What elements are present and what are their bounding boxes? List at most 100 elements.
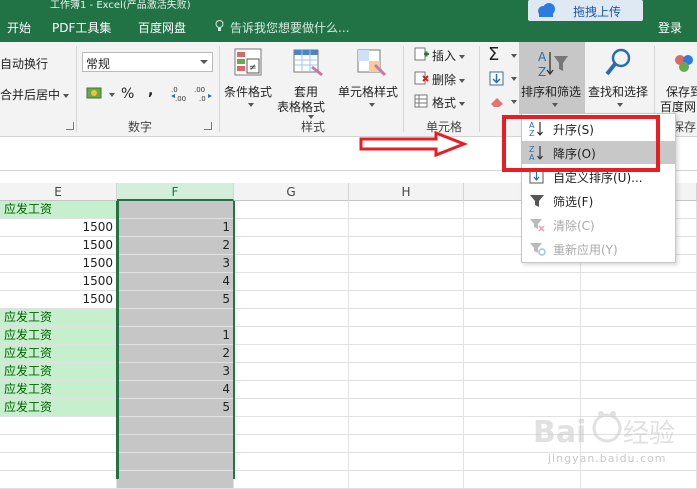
cell-empty[interactable] xyxy=(234,219,349,236)
menu-item-clear[interactable]: 清除(C) xyxy=(522,213,675,236)
cell-f[interactable]: 2 xyxy=(117,345,234,362)
cell-empty[interactable] xyxy=(581,363,697,380)
cell-e[interactable]: 应发工资 xyxy=(0,399,117,416)
cell-empty[interactable] xyxy=(349,219,464,236)
menu-item-reapply[interactable]: 重新应用(Y) xyxy=(522,237,675,260)
cell-empty[interactable] xyxy=(464,273,581,290)
baidu-save-icon[interactable] xyxy=(672,51,697,77)
cell-e[interactable]: 1500 xyxy=(0,291,117,308)
cell-empty[interactable] xyxy=(234,255,349,272)
cell-e[interactable]: 应发工资 xyxy=(0,363,117,380)
cell-empty[interactable] xyxy=(464,363,581,380)
cell-empty[interactable] xyxy=(234,381,349,398)
alignment-dialog-launcher-icon[interactable] xyxy=(66,122,74,130)
cell-empty[interactable] xyxy=(234,273,349,290)
chevron-down-icon[interactable] xyxy=(511,100,517,104)
cell-f[interactable] xyxy=(117,435,234,452)
cell-empty[interactable] xyxy=(234,471,349,488)
cell-empty[interactable] xyxy=(349,453,464,470)
cell-f[interactable]: 5 xyxy=(117,399,234,416)
cell-f[interactable] xyxy=(117,453,234,470)
cell-empty[interactable] xyxy=(464,381,581,398)
cell-e[interactable]: 应发工资 xyxy=(0,309,117,326)
cell-f[interactable]: 3 xyxy=(117,363,234,380)
cell-styles-button[interactable]: 单元格样式 xyxy=(338,83,398,100)
cell-empty[interactable] xyxy=(234,363,349,380)
wrap-text-button[interactable]: 自动换行 xyxy=(0,55,48,72)
cell-e[interactable]: 1500 xyxy=(0,237,117,254)
cell-f[interactable]: 5 xyxy=(117,291,234,308)
cell-empty[interactable] xyxy=(581,327,697,344)
chevron-down-icon[interactable] xyxy=(63,93,70,98)
chevron-down-icon[interactable] xyxy=(248,103,254,107)
accounting-format-icon[interactable] xyxy=(86,85,106,101)
number-dialog-launcher-icon[interactable] xyxy=(204,122,212,130)
cell-empty[interactable] xyxy=(464,327,581,344)
column-header-e[interactable]: E xyxy=(0,183,117,201)
column-header-f[interactable]: F xyxy=(117,183,234,201)
cell-empty[interactable] xyxy=(349,273,464,290)
decrease-decimal-icon[interactable]: .00 .0 xyxy=(193,85,213,103)
conditional-formatting-button[interactable]: 条件格式 xyxy=(224,83,272,100)
cell-empty[interactable] xyxy=(234,345,349,362)
increase-decimal-icon[interactable]: .0 .00 xyxy=(170,85,190,103)
chevron-down-icon[interactable] xyxy=(511,54,517,58)
cell-e[interactable]: 应发工资 xyxy=(0,327,117,344)
chevron-down-icon[interactable] xyxy=(369,103,375,107)
magnifier-icon[interactable] xyxy=(604,47,634,79)
cell-empty[interactable] xyxy=(349,417,464,434)
cell-e[interactable] xyxy=(0,435,117,452)
comma-style-button[interactable]: , xyxy=(148,83,153,99)
cell-e[interactable]: 1500 xyxy=(0,273,117,290)
tab-home[interactable]: 开始 xyxy=(7,19,31,36)
cell-e[interactable] xyxy=(0,471,117,488)
autosum-icon[interactable]: Σ xyxy=(488,44,499,65)
menu-item-filter[interactable]: 筛选(F) xyxy=(522,189,675,212)
cell-e[interactable]: 1500 xyxy=(0,219,117,236)
cell-f[interactable] xyxy=(117,201,234,218)
tab-baidu-netdisk[interactable]: 百度网盘 xyxy=(138,19,186,36)
chevron-down-icon[interactable] xyxy=(109,93,115,97)
cell-styles-icon[interactable] xyxy=(355,47,387,79)
cell-f[interactable] xyxy=(117,309,234,326)
column-header-g[interactable]: G xyxy=(234,183,349,201)
cell-empty[interactable] xyxy=(234,291,349,308)
eraser-icon[interactable] xyxy=(489,95,505,108)
cell-empty[interactable] xyxy=(234,453,349,470)
cell-empty[interactable] xyxy=(234,327,349,344)
cell-empty[interactable] xyxy=(581,273,697,290)
cell-empty[interactable] xyxy=(349,237,464,254)
cell-empty[interactable] xyxy=(234,435,349,452)
cell-empty[interactable] xyxy=(349,255,464,272)
cell-empty[interactable] xyxy=(234,201,349,218)
cell-empty[interactable] xyxy=(349,327,464,344)
tab-pdf-tools[interactable]: PDF工具集 xyxy=(52,19,111,36)
cell-f[interactable] xyxy=(117,471,234,488)
cell-empty[interactable] xyxy=(349,309,464,326)
cell-empty[interactable] xyxy=(581,381,697,398)
format-as-table-icon[interactable] xyxy=(292,47,324,79)
cell-empty[interactable] xyxy=(234,309,349,326)
cell-empty[interactable] xyxy=(349,435,464,452)
cell-empty[interactable] xyxy=(349,201,464,218)
cell-e[interactable] xyxy=(0,417,117,434)
cell-e[interactable]: 应发工资 xyxy=(0,201,117,218)
cell-empty[interactable] xyxy=(234,417,349,434)
cell-empty[interactable] xyxy=(349,363,464,380)
percent-style-button[interactable]: % xyxy=(121,86,134,102)
format-cells-icon[interactable] xyxy=(414,94,430,108)
delete-cells-icon[interactable] xyxy=(414,71,430,85)
cell-empty[interactable] xyxy=(581,291,697,308)
cell-empty[interactable] xyxy=(349,345,464,362)
cell-empty[interactable] xyxy=(464,291,581,308)
cell-empty[interactable] xyxy=(581,309,697,326)
cell-f[interactable]: 1 xyxy=(117,219,234,236)
cell-empty[interactable] xyxy=(349,381,464,398)
cell-empty[interactable] xyxy=(581,345,697,362)
login-link[interactable]: 登录 xyxy=(658,19,682,36)
cell-empty[interactable] xyxy=(349,291,464,308)
cell-empty[interactable] xyxy=(349,471,464,488)
cell-e[interactable]: 应发工资 xyxy=(0,381,117,398)
format-as-table-line2[interactable]: 表格格式 xyxy=(277,98,325,115)
insert-cells-icon[interactable] xyxy=(414,47,430,61)
